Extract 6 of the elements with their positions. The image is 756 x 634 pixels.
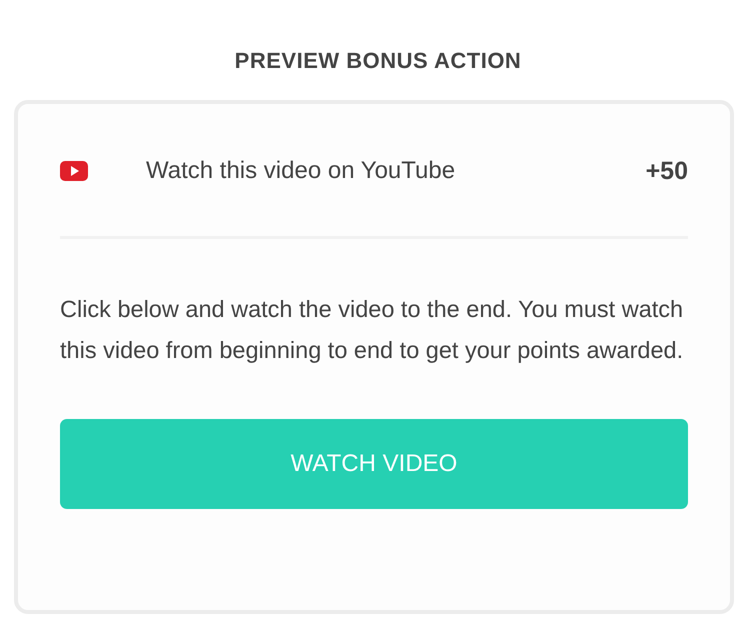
points-value: +50	[646, 156, 688, 186]
description-text: Click below and watch the video to the end. You must watch this video from beginning to end to get your points awarded.	[60, 295, 684, 365]
action-label: Watch this video on YouTube	[146, 157, 456, 185]
video-play-icon	[60, 161, 88, 181]
watch-video-button[interactable]: WATCH VIDEO	[60, 419, 688, 509]
section-heading: PREVIEW BONUS ACTION	[234, 47, 522, 75]
